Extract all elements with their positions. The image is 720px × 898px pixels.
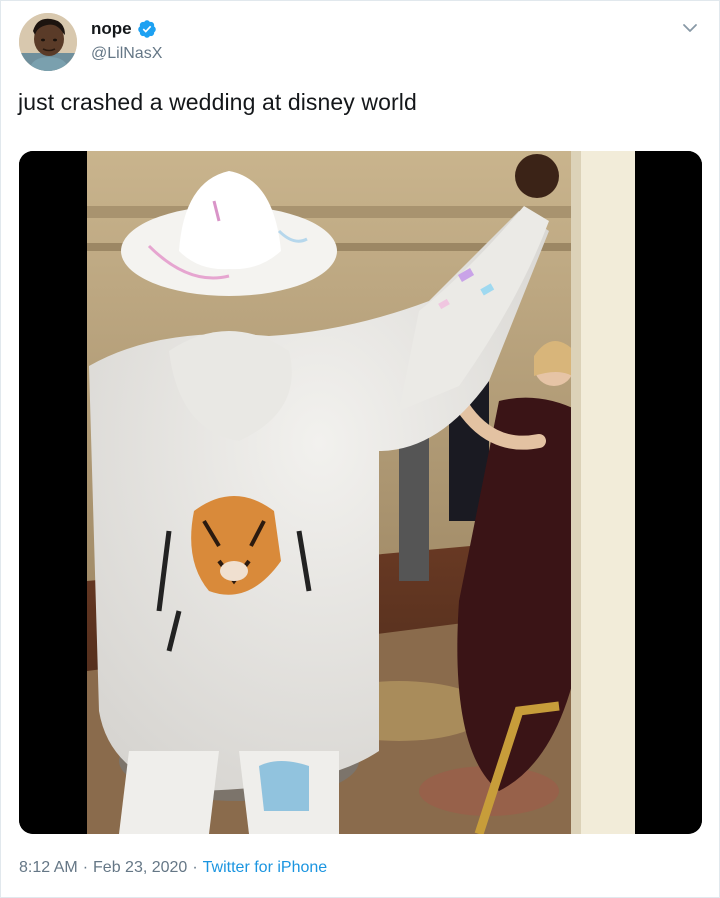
display-name[interactable]: nope [91, 19, 132, 39]
tweet-card: nope @LilNasX just crashed a wedding at … [0, 0, 720, 898]
avatar[interactable] [19, 13, 77, 71]
chevron-down-icon[interactable] [681, 19, 699, 37]
tweet-date[interactable]: Feb 23, 2020 [93, 859, 187, 876]
tweet-video[interactable] [19, 151, 702, 834]
tweet-source-link[interactable]: Twitter for iPhone [203, 859, 328, 876]
avatar-image [19, 13, 77, 71]
tweet-text: just crashed a wedding at disney world [18, 89, 417, 115]
meta-separator: · [192, 859, 198, 876]
tweet-time[interactable]: 8:12 AM [19, 859, 78, 876]
video-frame [19, 151, 702, 834]
user-handle[interactable]: @LilNasX [91, 45, 162, 63]
user-name-row[interactable]: nope [91, 19, 157, 39]
verified-badge-icon [137, 19, 157, 39]
tweet-meta: 8:12 AM · Feb 23, 2020 · Twitter for iPhone [19, 859, 327, 877]
meta-separator: · [82, 859, 89, 876]
